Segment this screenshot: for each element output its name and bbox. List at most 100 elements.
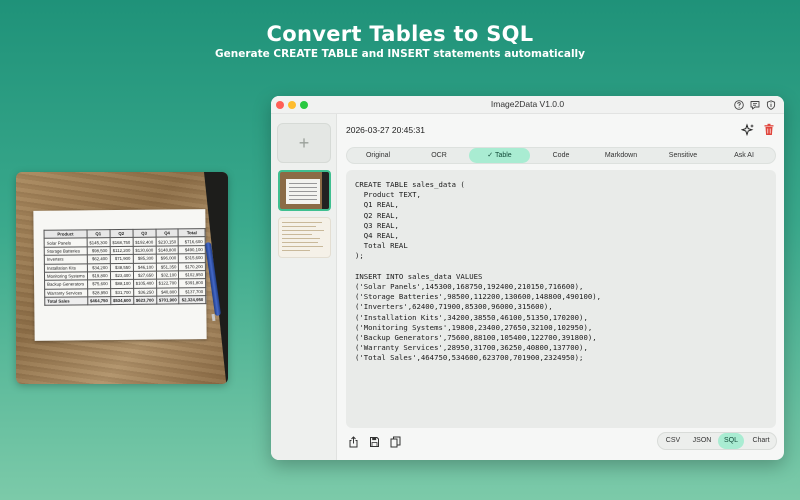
- code-line: Product TEXT,: [355, 190, 421, 200]
- tab-sensitive[interactable]: Sensitive: [655, 148, 711, 163]
- photo-table-cell: $85,300: [132, 254, 156, 263]
- image-thumbnail-selected[interactable]: [278, 170, 331, 211]
- photo-table-cell: $31,700: [110, 287, 134, 297]
- photo-table-header: Q2: [109, 229, 133, 238]
- sql-output[interactable]: CREATE TABLE sales_data ( Product TEXT, …: [346, 170, 776, 428]
- photo-table-cell: $98,500: [86, 246, 110, 255]
- photo-table-cell: $88,100: [110, 279, 134, 289]
- code-line: ('Solar Panels',145300,168750,192400,210…: [355, 282, 584, 291]
- tab-ocr[interactable]: OCR: [416, 148, 462, 163]
- code-line: );: [355, 251, 364, 261]
- photo-table-cell: $716,600: [178, 236, 206, 246]
- hero-subtitle: Generate CREATE TABLE and INSERT stateme…: [215, 48, 585, 60]
- photo-table-cell: $23,400: [110, 271, 134, 280]
- tab-ask-ai[interactable]: Ask AI: [717, 148, 771, 163]
- chat-icon[interactable]: [749, 99, 761, 111]
- share-icon[interactable]: [348, 436, 359, 448]
- tab-table[interactable]: ✓ Table: [469, 148, 530, 163]
- photo-table-cell: $71,900: [109, 254, 133, 264]
- photo-table-cell: $32,100: [156, 270, 180, 280]
- view-tabs: Original OCR ✓ Table Code Markdown Sensi…: [346, 147, 776, 164]
- copy-icon[interactable]: [390, 436, 401, 448]
- code-line: Q3 REAL,: [355, 220, 399, 230]
- format-switcher: CSV JSON SQL Chart: [657, 432, 777, 450]
- photo-table-cell: $62,400: [87, 254, 111, 264]
- photo-table-cell: $170,200: [178, 262, 206, 271]
- photo-table-cell: $2,324,950: [179, 295, 206, 305]
- photo-table-cell: $28,950: [87, 288, 111, 297]
- code-line: CREATE TABLE sales_data (: [355, 180, 465, 189]
- photo-table-cell: $464,750: [87, 296, 111, 306]
- tab-code[interactable]: Code: [535, 148, 587, 163]
- photo-table-header: Q1: [86, 229, 110, 239]
- code-line: ('Storage Batteries',98500,112200,130600…: [355, 292, 602, 302]
- photo-table-cell: $130,600: [132, 245, 156, 255]
- photo-table-cell: $34,200: [87, 263, 111, 272]
- photo-table-cell: $192,400: [132, 237, 156, 247]
- photo-table: Product Q1 Q2 Q3 Q4 Total Solar Panels $1…: [44, 228, 207, 306]
- photo-table-cell: $137,700: [179, 287, 206, 296]
- photo-table-cell: $210,150: [155, 237, 179, 246]
- photo-table-cell: $102,950: [178, 270, 206, 280]
- photo-table-header: Total: [178, 228, 206, 238]
- code-line: ('Warranty Services',28950,31700,36250,4…: [355, 343, 588, 353]
- photo-table-cell: Total Sales: [44, 296, 88, 306]
- timestamp: 2026-03-27 20:45:31: [346, 125, 425, 135]
- main-panel: 2026-03-27 20:45:31 Original OCR ✓ Table…: [338, 114, 784, 460]
- save-icon[interactable]: [369, 436, 380, 448]
- sparkle-icon[interactable]: [741, 123, 755, 137]
- photo-table-cell: $51,350: [155, 262, 179, 271]
- app-window: Image2Data V1.0.0 + 2026-03-27 20:45:31 …: [271, 96, 784, 460]
- photo-table-cell: $145,300: [86, 237, 110, 247]
- paper-sheet: Product Q1 Q2 Q3 Q4 Total Solar Panels $1…: [33, 209, 207, 341]
- photo-table-cell: $391,800: [179, 278, 206, 288]
- code-line: ('Installation Kits',34200,38550,46100,5…: [355, 312, 588, 322]
- photo-table-cell: $148,800: [155, 245, 179, 255]
- format-json[interactable]: JSON: [688, 433, 716, 449]
- sidebar: +: [271, 114, 337, 460]
- photo-table-cell: $315,600: [178, 253, 206, 263]
- add-image-button[interactable]: +: [277, 123, 331, 163]
- code-line: Q1 REAL,: [355, 200, 399, 210]
- code-line: ('Monitoring Systems',19800,23400,27650,…: [355, 322, 593, 332]
- hero-title: Convert Tables to SQL: [266, 22, 534, 46]
- photo-table-cell: $38,550: [110, 262, 134, 272]
- info-icon[interactable]: [765, 99, 777, 111]
- format-csv[interactable]: CSV: [660, 433, 686, 449]
- photo-table-header: Q4: [155, 228, 179, 238]
- photo-table-cell: $623,700: [133, 296, 157, 305]
- format-chart[interactable]: Chart: [746, 433, 776, 449]
- photo-table-total-row: Total Sales $464,750 $534,600 $623,700 $701,…: [44, 295, 206, 306]
- photo-table-cell: $36,250: [133, 287, 157, 297]
- code-line: ('Backup Generators',75600,88100,105400,…: [355, 333, 597, 342]
- photo-table-cell: $75,600: [87, 279, 111, 289]
- photo-table-cell: $122,700: [156, 279, 180, 288]
- code-line: Total REAL: [355, 241, 408, 251]
- photo-table-header: Q3: [132, 229, 156, 238]
- photo-table-cell: $19,800: [87, 271, 111, 281]
- tab-markdown[interactable]: Markdown: [594, 148, 648, 163]
- code-line: ('Total Sales',464750,534600,623700,7019…: [355, 353, 584, 363]
- format-sql[interactable]: SQL: [718, 433, 744, 449]
- code-line: INSERT INTO sales_data VALUES: [355, 271, 483, 281]
- photo-table-cell: $701,900: [156, 295, 180, 305]
- photo-table-cell: $27,650: [133, 270, 157, 280]
- window-title: Image2Data V1.0.0: [490, 99, 565, 109]
- code-line: ('Inverters',62400,71900,85300,96000,315…: [355, 302, 553, 312]
- photo-table-cell: $112,200: [109, 246, 133, 255]
- titlebar: Image2Data V1.0.0: [271, 96, 784, 114]
- photo-table-cell: $40,800: [156, 287, 180, 297]
- photo-table-cell: $46,100: [132, 262, 157, 272]
- code-line: Q4 REAL,: [355, 231, 399, 240]
- photo-table-cell: $168,750: [109, 237, 133, 247]
- help-icon[interactable]: [733, 99, 745, 111]
- tab-original[interactable]: Original: [355, 148, 401, 163]
- photo-table-cell: $534,600: [110, 296, 134, 305]
- photo-table-cell: $490,100: [178, 245, 206, 255]
- delete-icon[interactable]: [763, 123, 775, 136]
- photo-table-cell: $96,000: [155, 254, 179, 263]
- photo-table-cell: $105,400: [133, 279, 157, 288]
- image-thumbnail[interactable]: [278, 217, 331, 258]
- source-photo: Product Q1 Q2 Q3 Q4 Total Solar Panels $1…: [16, 172, 228, 384]
- code-line: Q2 REAL,: [355, 210, 399, 220]
